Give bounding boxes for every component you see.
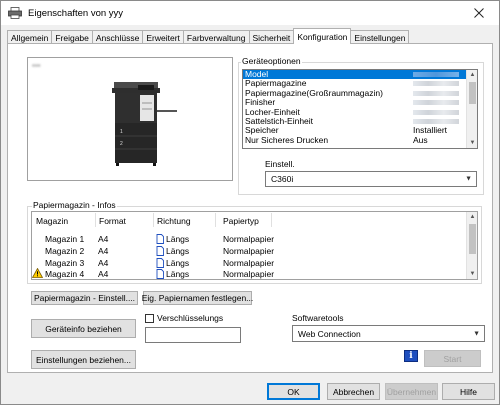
- info-icon[interactable]: i: [404, 350, 418, 362]
- tab-strip: Allgemein Freigabe Anschlüsse Erweitert …: [7, 28, 410, 44]
- device-option-grossraummagazin[interactable]: Papiermagazine(Großraummagazin): [243, 88, 477, 98]
- svg-text:1: 1: [120, 129, 123, 135]
- get-device-info-button[interactable]: Geräteinfo beziehen: [31, 319, 136, 338]
- tab-freigabe[interactable]: Freigabe: [51, 30, 93, 44]
- column-header-format[interactable]: Format: [99, 216, 126, 226]
- table-row[interactable]: Magazin 4 A4 Längs Normalpapier: [31, 267, 466, 281]
- paper-portrait-icon: [156, 234, 164, 244]
- device-preview: ▪▪▪ 1 2: [27, 57, 233, 181]
- column-header-papiertyp[interactable]: Papiertyp: [223, 216, 259, 226]
- tab-sicherheit[interactable]: Sicherheit: [248, 30, 295, 44]
- device-options-label: Geräteoptionen: [241, 56, 302, 66]
- encryption-checkbox[interactable]: [145, 314, 154, 323]
- window-title: Eigenschaften von yyy: [28, 7, 124, 19]
- tray-settings-button[interactable]: Papiermagazin - Einstell....: [31, 291, 138, 305]
- paper-portrait-icon: [156, 269, 164, 279]
- cancel-button[interactable]: Abbrechen: [327, 383, 380, 400]
- device-options-list[interactable]: Model Papiermagazine Papiermagazine(Groß…: [242, 69, 478, 149]
- paper-portrait-icon: [156, 258, 164, 268]
- column-header-richtung[interactable]: Richtung: [157, 216, 191, 226]
- setting-value: C360i: [271, 174, 294, 184]
- setting-select[interactable]: C360i ▼: [265, 171, 477, 187]
- properties-dialog: Eigenschaften von yyy Allgemein Freigabe…: [0, 0, 500, 405]
- table-row[interactable]: Magazin 1 A4 Längs Normalpapier: [32, 234, 466, 246]
- software-tools-value: Web Connection: [298, 328, 361, 339]
- apply-button[interactable]: Übernehmen: [385, 383, 438, 400]
- software-tools-select[interactable]: Web Connection ▼: [292, 325, 485, 342]
- scroll-up-icon[interactable]: ▲: [467, 212, 478, 222]
- scroll-up-icon[interactable]: ▲: [467, 70, 477, 80]
- software-tools-label: Softwaretools: [292, 313, 344, 323]
- column-header-magazin[interactable]: Magazin: [36, 216, 68, 226]
- device-option-sicheres-drucken[interactable]: Nur Sicheres Drucken Aus: [243, 135, 477, 145]
- tab-konfiguration[interactable]: Konfiguration: [293, 28, 352, 44]
- tab-einstellungen[interactable]: Einstellungen: [350, 30, 410, 44]
- scroll-down-icon[interactable]: ▼: [467, 138, 477, 148]
- close-icon: [474, 8, 484, 18]
- paper-portrait-icon: [156, 246, 164, 256]
- get-settings-button[interactable]: Einstellungen beziehen...: [31, 350, 136, 369]
- scroll-thumb[interactable]: [469, 82, 476, 104]
- encryption-field[interactable]: [145, 327, 241, 343]
- tab-farbverwaltung[interactable]: Farbverwaltung: [182, 30, 250, 44]
- scroll-down-icon[interactable]: ▼: [467, 269, 478, 279]
- title-bar: Eigenschaften von yyy: [1, 1, 499, 25]
- tray-table-scrollbar[interactable]: ▲ ▼: [466, 212, 477, 279]
- device-options-scrollbar[interactable]: ▲ ▼: [466, 70, 477, 148]
- close-button[interactable]: [459, 1, 499, 25]
- help-button[interactable]: Hilfe: [442, 383, 495, 400]
- setting-label: Einstell.: [265, 159, 295, 169]
- chevron-down-icon: ▼: [465, 175, 472, 183]
- scroll-thumb[interactable]: [469, 224, 476, 254]
- paper-names-button[interactable]: Eig. Papiernamen festlegen...: [142, 291, 253, 305]
- encryption-label[interactable]: Verschlüsselungs: [157, 313, 223, 323]
- ok-button[interactable]: OK: [267, 383, 320, 400]
- start-button[interactable]: Start: [424, 350, 481, 367]
- svg-text:2: 2: [120, 141, 123, 147]
- tray-info-label: Papiermagazin - Infos: [32, 200, 117, 210]
- table-row[interactable]: Magazin 2 A4 Längs Normalpapier: [32, 246, 466, 258]
- tab-allgemein[interactable]: Allgemein: [7, 30, 53, 44]
- printer-image: 1 2: [112, 82, 177, 166]
- tab-anschluesse[interactable]: Anschlüsse: [91, 30, 144, 44]
- tab-erweitert[interactable]: Erweitert: [142, 30, 184, 44]
- chevron-down-icon: ▼: [473, 330, 480, 337]
- printer-icon: [8, 7, 22, 19]
- warning-icon: [31, 267, 44, 278]
